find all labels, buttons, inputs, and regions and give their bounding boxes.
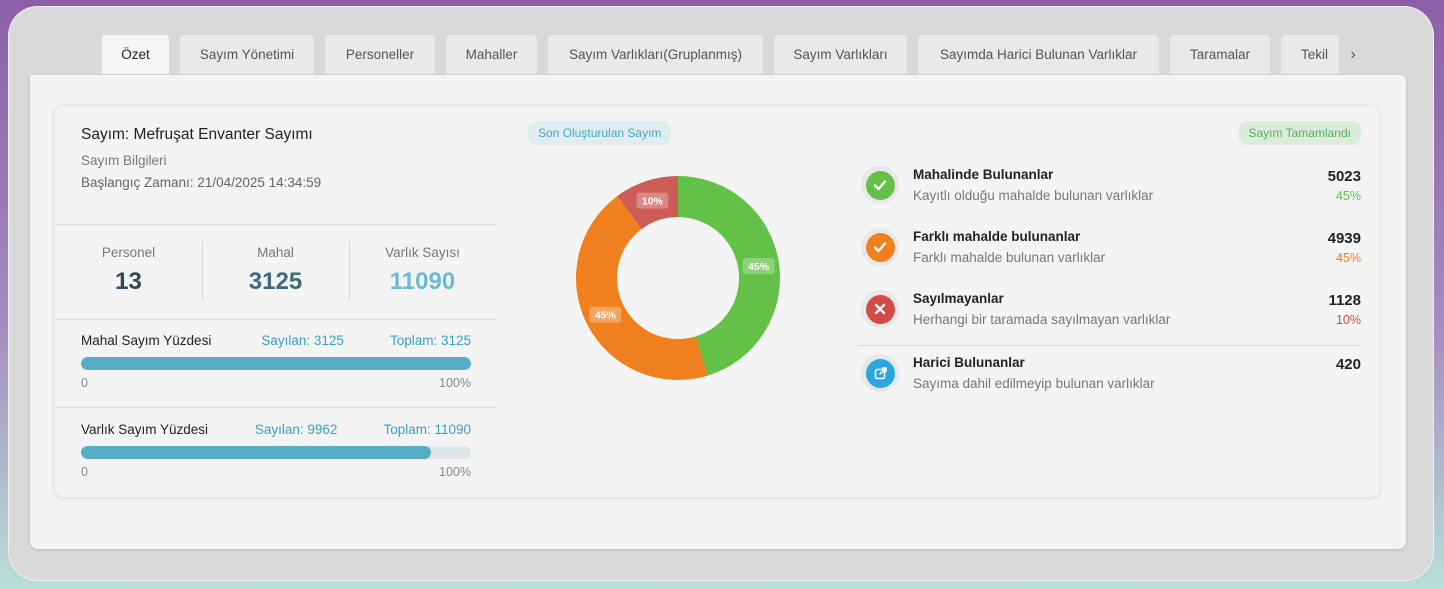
progress-min: 0 [81,376,88,390]
legend-list: Mahalinde Bulunanlar Kayıtlı olduğu maha… [858,158,1361,407]
progress-total: Toplam: 11090 [383,421,471,437]
count-title: Sayım: Mefruşat Envanter Sayımı [81,126,313,143]
donut-slice-label: 45% [742,257,775,274]
stats-row: Personel 13 Mahal 3125 Varlık Sayısı 110… [55,225,496,320]
tab-sayim-varliklari[interactable]: Sayım Varlıkları [774,35,907,74]
tab-sayim-varliklari-gruplanmis[interactable]: Sayım Varlıkları(Gruplanmış) [548,35,763,74]
stat-value: 3125 [248,268,303,295]
tab-bar: Özet Sayım Yönetimi Personeller Mahaller… [102,35,1350,75]
tab-ozet[interactable]: Özet [102,35,169,74]
count-info-panel: Sayım: Mefruşat Envanter Sayımı Sayım Bi… [55,106,496,497]
progress-counted: Sayılan: 3125 [261,332,344,348]
check-circle-icon [865,170,895,200]
donut-chart: 45% 45% 10% [576,176,780,380]
donut-slice-label: 10% [636,192,669,209]
legend-title: Sayılmayanlar [913,291,1004,306]
progress-max: 100% [439,465,471,479]
progress-varlik: Varlık Sayım Yüzdesi Sayılan: 9962 Topla… [81,420,471,479]
stat-value: 13 [115,268,142,295]
legend-percent: 10% [1335,313,1361,327]
x-circle-icon [865,294,895,324]
svg-text:10%: 10% [642,196,664,208]
legend-desc: Farklı mahalde bulunan varlıklar [913,250,1106,265]
tab-scroll-right-icon[interactable]: › [1342,35,1364,74]
legend-value: 1128 [1328,292,1361,309]
legend-item-mahalinde: Mahalinde Bulunanlar Kayıtlı olduğu maha… [858,158,1361,220]
legend-value: 5023 [1327,168,1361,185]
progress-title: Varlık Sayım Yüzdesi [81,421,209,437]
summary-card: Sayım: Mefruşat Envanter Sayımı Sayım Bi… [55,106,1379,497]
legend-value: 4939 [1327,230,1361,247]
stat-varlik-sayisi: Varlık Sayısı 11090 [349,225,496,320]
legend-item-harici: Harici Bulunanlar Sayıma dahil edilmeyip… [858,345,1361,407]
tab-tekil[interactable]: Tekil [1281,35,1339,74]
progress-max: 100% [439,376,471,390]
progress-track [81,446,471,459]
divider [55,319,496,320]
tab-harici-bulunan-varliklar[interactable]: Sayımda Harici Bulunan Varlıklar [918,35,1159,74]
stat-personel: Personel 13 [55,225,202,320]
legend-item-farkli-mahalde: Farklı mahalde bulunanlar Farklı mahalde… [858,220,1361,282]
count-start-time: Başlangıç Zamanı: 21/04/2025 14:34:59 [81,175,322,190]
legend-desc: Sayıma dahil edilmeyip bulunan varlıklar [913,376,1155,391]
progress-title: Mahal Sayım Yüzdesi [81,332,212,348]
tab-mahaller[interactable]: Mahaller [446,35,537,74]
stat-mahal: Mahal 3125 [202,225,349,320]
last-created-badge: Son Oluşturulan Sayım [528,121,672,145]
completed-status-badge: Sayım Tamamlandı [1238,121,1361,145]
progress-mahal: Mahal Sayım Yüzdesi Sayılan: 3125 Toplam… [81,331,471,390]
progress-track [81,357,471,370]
legend-title: Farklı mahalde bulunanlar [913,229,1081,244]
stat-label: Personel [101,245,156,260]
legend-value: 420 [1335,356,1361,373]
divider [55,407,496,408]
legend-desc: Kayıtlı olduğu mahalde bulunan varlıklar [913,188,1154,203]
tab-sayim-yonetimi[interactable]: Sayım Yönetimi [180,35,314,74]
progress-counted: Sayılan: 9962 [254,421,338,437]
donut-slice-label: 45% [589,306,622,323]
tab-taramalar[interactable]: Taramalar [1170,35,1270,74]
legend-title: Harici Bulunanlar [913,355,1025,370]
check-circle-orange-icon [865,232,895,262]
svg-text:45%: 45% [595,310,617,322]
count-subtitle: Sayım Bilgileri [81,153,167,168]
external-link-icon [865,358,895,388]
legend-item-sayilmayanlar: Sayılmayanlar Herhangi bir taramada sayı… [858,282,1361,344]
svg-text:45%: 45% [748,261,770,273]
legend-percent: 45% [1335,189,1361,203]
progress-total: Toplam: 3125 [389,332,471,348]
progress-fill [81,357,471,370]
stat-label: Mahal [257,245,294,260]
tab-personeller[interactable]: Personeller [325,35,435,74]
progress-min: 0 [81,465,88,479]
legend-percent: 45% [1335,251,1361,265]
stat-value: 11090 [389,268,456,295]
stat-label: Varlık Sayısı [385,245,460,260]
legend-title: Mahalinde Bulunanlar [913,167,1054,182]
legend-desc: Herhangi bir taramada sayılmayan varlıkl… [913,312,1171,327]
progress-fill [81,446,432,459]
